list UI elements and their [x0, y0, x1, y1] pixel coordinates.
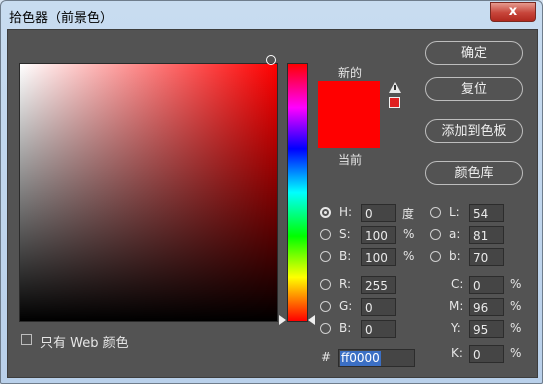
green-label: G: — [339, 299, 353, 313]
saturation-input[interactable]: 100 — [361, 226, 396, 244]
black-input[interactable]: 0 — [469, 345, 504, 363]
yellow-label: Y: — [451, 321, 461, 335]
radio-red[interactable] — [320, 279, 331, 290]
window-title: 拾色器（前景色） — [9, 11, 114, 26]
red-input[interactable]: 255 — [361, 276, 396, 294]
hue-unit: 度 — [402, 207, 415, 221]
radio-brightness[interactable] — [320, 251, 331, 262]
b-lab-label: b: — [449, 249, 461, 263]
radio-lightness[interactable] — [430, 207, 441, 218]
yellow-input[interactable]: 95 — [469, 320, 504, 338]
hex-label: # — [321, 350, 332, 364]
radio-saturation[interactable] — [320, 229, 331, 240]
blue-input[interactable]: 0 — [361, 320, 396, 338]
radio-a[interactable] — [430, 229, 441, 240]
yellow-unit: % — [510, 321, 522, 335]
brightness-unit: % — [403, 249, 415, 263]
warning-exclamation — [394, 85, 396, 90]
hue-label: H: — [339, 205, 353, 219]
reset-button[interactable]: 复位 — [425, 77, 523, 101]
cyan-unit: % — [510, 277, 522, 291]
magenta-label: M: — [449, 299, 464, 313]
gamut-correction-swatch[interactable] — [389, 97, 400, 108]
new-color-label: 新的 — [338, 66, 363, 80]
color-picker-window: 拾色器（前景色） x 新的 当前 确定 复位 添加到色板 颜色库 H: 0 度 … — [0, 0, 543, 384]
saturation-brightness-field[interactable] — [19, 63, 278, 322]
blue-label: B: — [339, 321, 352, 335]
red-label: R: — [339, 277, 352, 291]
hue-slider-left-arrow[interactable] — [279, 315, 286, 325]
close-icon: x — [508, 4, 518, 19]
b-lab-input[interactable]: 70 — [469, 248, 504, 266]
close-button[interactable]: x — [490, 2, 536, 22]
black-unit: % — [510, 346, 522, 360]
saturation-unit: % — [403, 227, 415, 241]
hue-slider[interactable] — [287, 63, 308, 322]
color-libraries-button[interactable]: 颜色库 — [425, 161, 523, 185]
hex-input[interactable]: ff0000 — [338, 349, 415, 367]
hue-input[interactable]: 0 — [361, 204, 396, 222]
cyan-label: C: — [451, 277, 464, 291]
color-field-marker[interactable] — [266, 55, 276, 65]
title-bar: 拾色器（前景色） x — [1, 1, 542, 29]
brightness-label: B: — [339, 249, 352, 263]
brightness-input[interactable]: 100 — [361, 248, 396, 266]
radio-blue[interactable] — [320, 323, 331, 334]
web-colors-checkbox[interactable] — [21, 334, 32, 345]
cyan-input[interactable]: 0 — [469, 276, 504, 294]
black-label: K: — [451, 346, 463, 360]
add-to-swatches-button[interactable]: 添加到色板 — [425, 119, 523, 143]
magenta-unit: % — [510, 299, 522, 313]
lightness-label: L: — [449, 205, 460, 219]
web-colors-label: 只有 Web 颜色 — [40, 336, 129, 351]
radio-hue[interactable] — [320, 207, 331, 218]
lightness-input[interactable]: 54 — [469, 204, 504, 222]
radio-green[interactable] — [320, 301, 331, 312]
magenta-input[interactable]: 96 — [469, 298, 504, 316]
dialog-body: 新的 当前 确定 复位 添加到色板 颜色库 H: 0 度 S: 100 % B:… — [7, 29, 538, 378]
a-input[interactable]: 81 — [469, 226, 504, 244]
ok-button[interactable]: 确定 — [425, 41, 523, 65]
current-color-swatch[interactable] — [318, 116, 380, 148]
green-input[interactable]: 0 — [361, 298, 396, 316]
hue-slider-right-arrow[interactable] — [308, 315, 315, 325]
current-color-label: 当前 — [338, 153, 363, 167]
new-color-swatch — [318, 81, 380, 116]
saturation-label: S: — [339, 227, 351, 241]
hex-value-selected: ff0000 — [340, 351, 381, 366]
radio-b-lab[interactable] — [430, 251, 441, 262]
a-label: a: — [449, 227, 461, 241]
